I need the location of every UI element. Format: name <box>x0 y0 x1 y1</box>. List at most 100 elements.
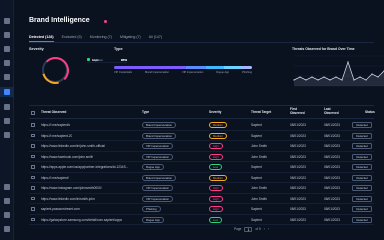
col-status[interactable]: Status <box>365 110 375 115</box>
row-checkbox[interactable] <box>31 144 35 148</box>
table-row[interactable]: https://www.linkedin.com/in/smith-john VI… <box>29 194 374 204</box>
status-dropdown[interactable]: Detected <box>352 132 372 139</box>
table-row[interactable]: https://i.me/sapient/Brand Impersonation… <box>29 173 374 183</box>
user-icon[interactable] <box>4 74 10 80</box>
tab-excluded[interactable]: Excluded (9) <box>62 34 82 42</box>
status-dropdown[interactable]: Detected <box>352 122 372 128</box>
col-target[interactable]: Threat Target <box>251 110 271 115</box>
table-row[interactable]: https://www.facebook.com/john.smith VIP I… <box>29 152 374 162</box>
last-observed: 08/01/2023 <box>324 144 340 148</box>
row-checkbox[interactable] <box>31 133 35 137</box>
col-threat[interactable]: Threat Observed <box>41 110 66 115</box>
table-row[interactable]: sapient.passwordreset.com Phishing High Sap… <box>29 204 374 215</box>
status-dropdown[interactable]: Detected <box>352 153 372 160</box>
status-dropdown[interactable]: Detected <box>352 143 372 149</box>
pagination: Page 1 of 5 ‹ › <box>234 226 269 232</box>
type-bar-label: Rogue App <box>216 71 230 74</box>
status-dropdown[interactable]: Detected <box>352 216 372 223</box>
first-observed: 08/01/2023 <box>290 175 306 180</box>
threat-url[interactable]: https://i.me/sapient/ <box>41 176 69 180</box>
first-observed: 08/01/2023 <box>290 207 306 211</box>
legend-row-low: Low 10% <box>87 57 127 63</box>
key-icon[interactable] <box>4 46 10 52</box>
threat-url[interactable]: https://www.instagram.com/johnsmith0000/ <box>41 186 102 190</box>
col-severity[interactable]: Severity <box>209 110 221 115</box>
page-input[interactable]: 1 <box>244 226 253 232</box>
tab-all[interactable]: All (147) <box>149 34 162 42</box>
status-dropdown[interactable]: Detected <box>352 185 372 191</box>
row-checkbox[interactable] <box>31 123 35 127</box>
col-last-observed[interactable]: Last Observed <box>324 107 344 116</box>
col-first-observed[interactable]: First Observed <box>290 107 310 116</box>
status-dropdown[interactable]: Detected <box>352 164 372 170</box>
type-bar-label: Brand Impersonation <box>144 71 170 74</box>
table-row[interactable]: https://www.linkedin.com/in/john-smith-o… <box>29 141 374 152</box>
severity-badge: High <box>209 143 223 149</box>
threat-url[interactable]: https://galaxystore.samsung.com/detail/c… <box>41 218 122 222</box>
status-dropdown[interactable]: Detected <box>352 195 372 202</box>
grid-icon[interactable] <box>4 132 10 138</box>
threat-url[interactable]: https://www.linkedin.com/in/john-smith-o… <box>41 144 105 148</box>
type-tag: Brand Impersonation <box>142 132 176 139</box>
severity-badge: High <box>209 206 223 212</box>
tab-detected[interactable]: Detected (128) <box>29 34 54 42</box>
threat-url[interactable]: https://i.me/sapient-20 <box>41 134 72 138</box>
threat-url[interactable]: sapient.passwordreset.com <box>41 207 80 211</box>
table-row[interactable]: https://www.instagram.com/johnsmith0000/… <box>29 183 374 194</box>
legend-name: Low <box>92 57 98 62</box>
chart-point <box>299 76 301 78</box>
threats-over-time-chart <box>293 55 384 87</box>
type-bar-label: Phishing <box>242 71 252 74</box>
chat-icon[interactable] <box>4 18 10 24</box>
collapse-icon[interactable] <box>4 226 10 232</box>
prev-page-icon[interactable]: ‹ <box>264 227 265 231</box>
shield-icon[interactable] <box>4 32 10 38</box>
type-distribution-bar <box>114 66 252 69</box>
threat-url[interactable]: https://i.me/sapient/c <box>41 123 70 127</box>
last-observed: 08/01/2023 <box>324 207 340 211</box>
status-dropdown[interactable]: Detected <box>352 174 372 181</box>
document-icon[interactable] <box>4 118 10 124</box>
type-label: Type <box>114 47 123 51</box>
table-row[interactable]: https://i.me/sapient/c Brand Impersonatio… <box>29 120 374 131</box>
row-checkbox[interactable] <box>31 175 35 179</box>
row-checkbox[interactable] <box>31 207 35 211</box>
row-checkbox[interactable] <box>31 196 35 200</box>
chart-point <box>371 73 373 75</box>
help-icon[interactable] <box>4 198 10 204</box>
list-icon[interactable] <box>4 104 10 110</box>
chart-point <box>377 76 379 78</box>
first-observed: 08/01/2023 <box>290 144 306 148</box>
status-dropdown[interactable]: Detected <box>352 206 372 212</box>
chart-point <box>335 76 337 78</box>
row-checkbox[interactable] <box>31 186 35 190</box>
last-observed: 08/01/2023 <box>324 133 340 138</box>
threat-url[interactable]: https://www.facebook.com/john.smith <box>41 155 93 159</box>
table-row[interactable]: https://i.me/sapient-20 Brand Impersonati… <box>29 131 374 141</box>
brand-intelligence-icon[interactable] <box>4 89 10 95</box>
threat-url[interactable]: https://apps.apple.com/us/app/partner-in… <box>41 165 128 169</box>
severity-label: Severity <box>29 47 44 51</box>
severity-badge: Low <box>209 216 223 223</box>
tab-mitigating[interactable]: Mitigating (7) <box>120 34 141 42</box>
tab-monitoring[interactable]: Monitoring (7) <box>90 34 112 42</box>
select-all-checkbox[interactable] <box>31 111 35 115</box>
donut-medium-arc <box>36 51 74 89</box>
col-type[interactable]: Type <box>142 110 149 115</box>
chart-point <box>365 79 367 81</box>
threat-target: John Smith <box>251 186 267 190</box>
row-checkbox[interactable] <box>31 165 35 169</box>
threat-url[interactable]: https://www.linkedin.com/in/smith-john <box>41 197 95 201</box>
account-icon[interactable] <box>4 212 10 218</box>
next-page-icon[interactable]: › <box>268 227 269 231</box>
main-content: Brand Intelligence Detected (128) Exclud… <box>14 0 384 240</box>
type-tag: VIP Impersonation <box>142 195 173 202</box>
settings-icon[interactable] <box>4 184 10 190</box>
table-row[interactable]: https://galaxystore.samsung.com/detail/c… <box>29 215 374 225</box>
cart-icon[interactable] <box>4 60 10 66</box>
table-row[interactable]: https://apps.apple.com/us/app/partner-in… <box>29 162 374 173</box>
row-checkbox[interactable] <box>31 154 35 158</box>
type-bar-segment <box>224 66 241 69</box>
severity-badge: Medium <box>209 132 227 139</box>
row-checkbox[interactable] <box>31 217 35 221</box>
